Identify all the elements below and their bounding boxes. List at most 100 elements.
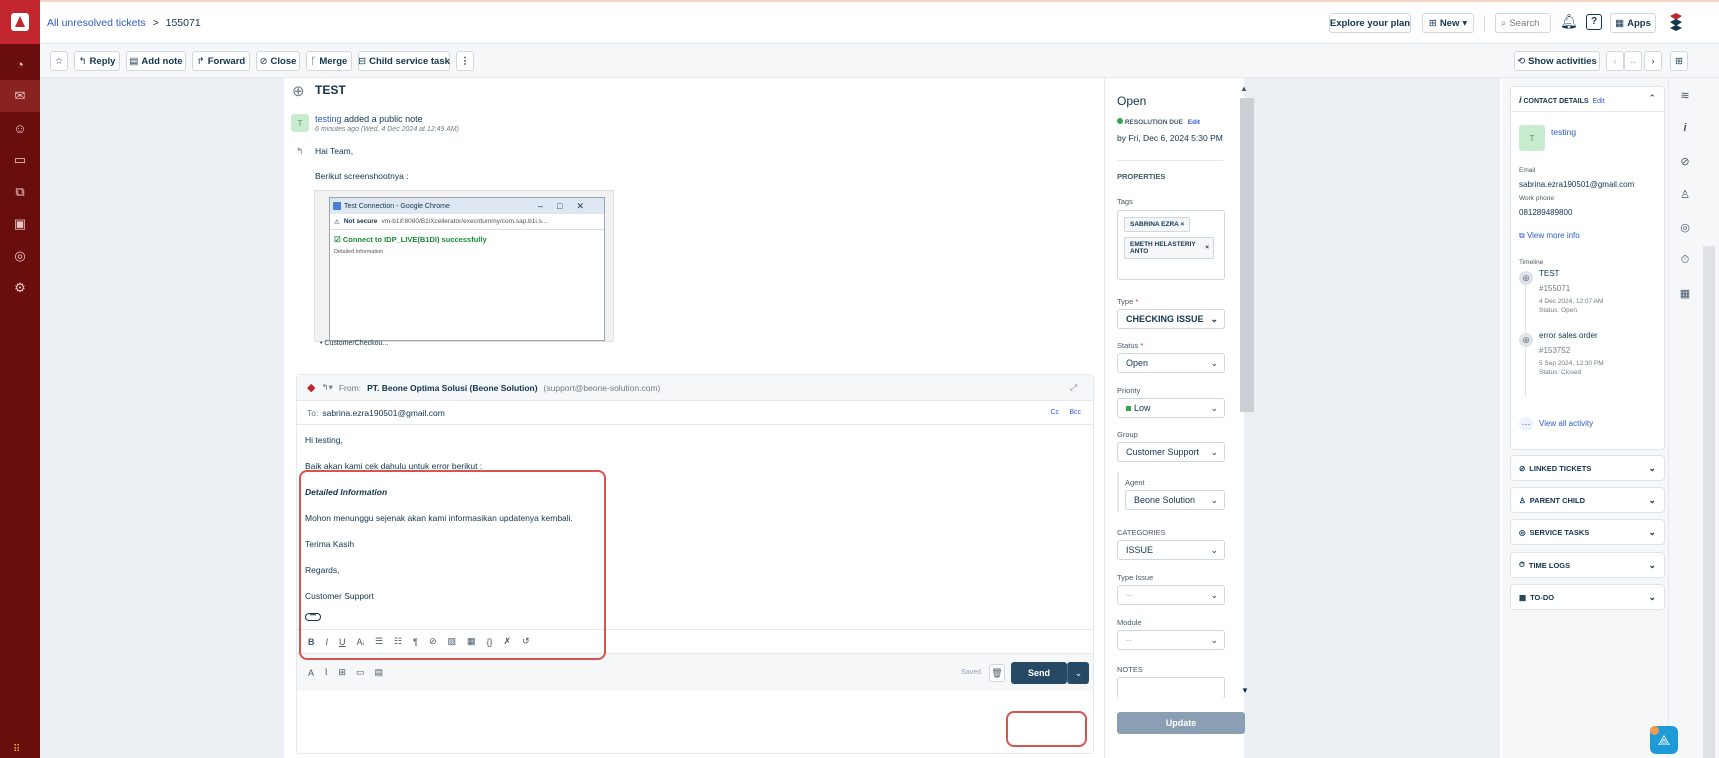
tag-chip[interactable]: EMETH HELASTERIY ANTO × [1124, 237, 1214, 259]
due-edit-link[interactable]: Edit [1188, 119, 1200, 126]
module-select[interactable]: -- ⌄ [1117, 630, 1225, 650]
contacts-icon[interactable]: ☺ [0, 112, 40, 144]
tag-chip[interactable]: SABRINA EZRA × [1124, 217, 1191, 232]
bcc-link[interactable]: Bcc [1069, 409, 1081, 416]
timeline-item[interactable]: TEST #155071 4 Dec 2024, 12:07 AM Status… [1539, 269, 1603, 314]
properties-scrollbar[interactable]: ▲ ▼ [1238, 84, 1254, 704]
add-note-button[interactable]: ▤ Add note [126, 51, 186, 71]
type-select[interactable]: CHECKING ISSUE ⌄ [1117, 309, 1225, 329]
remove-tag-icon[interactable]: × [1205, 244, 1209, 251]
template-icon[interactable]: ▤ [374, 667, 383, 678]
reply-type-icon[interactable]: ↰▾ [321, 382, 332, 393]
chat-widget-icon[interactable]: ⟁ [1650, 726, 1678, 754]
status-title: Open [1117, 94, 1147, 108]
globe-icon: ⊕ [292, 83, 305, 100]
remove-tag-icon[interactable]: × [1180, 221, 1184, 228]
send-button[interactable]: Send [1011, 661, 1067, 684]
tickets-icon[interactable]: ✉ [0, 80, 40, 112]
chevron-down-icon: ⌄ [1210, 590, 1218, 600]
child-task-button[interactable]: ⊟ Child service task [358, 51, 450, 71]
status-select[interactable]: Open ⌄ [1117, 353, 1225, 373]
show-activities-button[interactable]: ⟲ Show activities [1514, 51, 1600, 71]
apps-button[interactable]: ▦ Apps [1610, 13, 1656, 33]
scroll-down-icon[interactable]: ▼ [1241, 686, 1249, 695]
type-label: Type * [1117, 297, 1139, 306]
assets-icon[interactable]: ⧉ [0, 176, 40, 208]
compass-icon[interactable]: ◎ [1676, 218, 1694, 236]
explore-icon[interactable]: ◎ [0, 240, 40, 272]
reply-button[interactable]: ↰ Reply [74, 51, 120, 71]
solution-icon[interactable]: ▭ [356, 667, 365, 678]
attachment-icon[interactable]: ⌇ [324, 667, 328, 678]
expand-icon[interactable]: ⤢ [1070, 382, 1077, 393]
notification-bell-icon[interactable]: 🔔︎ [1560, 13, 1578, 30]
accordion-linked-tickets[interactable]: ⊘ LINKED TICKETS ⌄ [1510, 455, 1665, 481]
timer-icon[interactable]: ⏱︎ [1676, 251, 1694, 269]
view-all-activity-link[interactable]: View all activity [1539, 419, 1593, 428]
app-logo[interactable] [0, 0, 40, 44]
contact-name[interactable]: testing [1551, 127, 1576, 137]
scroll-thumb[interactable] [1240, 98, 1254, 412]
divider [1511, 111, 1664, 112]
contact-edit-link[interactable]: Edit [1593, 98, 1605, 105]
ticket-title: TEST [315, 83, 346, 97]
priority-select[interactable]: Low ⌄ [1117, 398, 1225, 418]
search-icon: ⌕ [1501, 17, 1507, 29]
timeline-more-icon: ⋯ [1519, 417, 1533, 431]
type-issue-select[interactable]: -- ⌄ [1117, 585, 1225, 605]
dashboard-icon[interactable]: ◔ [0, 48, 40, 80]
collapse-icon[interactable]: ⌃ [1648, 93, 1656, 104]
new-button[interactable]: ⊞ New ▾ [1422, 13, 1474, 33]
author-link[interactable]: testing [315, 114, 342, 124]
breadcrumb-parent[interactable]: All unresolved tickets [47, 17, 146, 29]
bullet-item: • CustomerCheckou... [320, 340, 389, 347]
accordion-time-logs[interactable]: ⏱︎ TIME LOGS ⌄ [1510, 552, 1665, 578]
brand-logo-icon[interactable] [1667, 12, 1685, 35]
prev-ticket-button[interactable]: ‹ [1606, 51, 1624, 71]
group-select[interactable]: Customer Support ⌄ [1117, 442, 1225, 462]
send-options-button[interactable]: ⌄ [1067, 661, 1089, 684]
forward-button[interactable]: ↱ Forward [192, 51, 250, 71]
info-icon[interactable]: i [1676, 119, 1694, 137]
merge-button[interactable]: ᚴ Merge [306, 51, 352, 71]
explore-plan-button[interactable]: Explore your plan [1329, 13, 1411, 33]
delete-draft-icon[interactable]: 🗑︎ [989, 663, 1005, 682]
reports-icon[interactable]: ▣ [0, 208, 40, 240]
timeline-item[interactable]: error sales order #153752 5 Sep 2024, 12… [1539, 331, 1604, 376]
canned-response-icon[interactable]: ⊞ [338, 667, 346, 678]
info-icon: i [1519, 95, 1522, 105]
page-scrollbar[interactable] [1703, 246, 1715, 758]
accordion-parent-child[interactable]: ♙ PARENT CHILD ⌄ [1510, 487, 1665, 513]
from-name[interactable]: PT. Beone Optima Solusi (Beone Solution) [367, 383, 537, 393]
apps-grid-icon[interactable]: ⠿ [13, 744, 20, 755]
accordion-to-do[interactable]: ▦ TO-DO ⌄ [1510, 584, 1665, 610]
close-button[interactable]: ⊘ Close [256, 51, 300, 71]
font-icon[interactable]: A [308, 668, 314, 678]
more-options-button[interactable]: ⋮ [456, 51, 474, 71]
calendar-icon[interactable]: ▦ [1676, 284, 1694, 302]
to-email[interactable]: sabrina.ezra190501@gmail.com [322, 408, 445, 418]
categories-select[interactable]: ISSUE ⌄ [1117, 540, 1225, 560]
view-more-link[interactable]: ⧉ View more info [1519, 231, 1580, 241]
summary-icon[interactable]: ≋ [1676, 86, 1694, 104]
cc-link[interactable]: Cc [1050, 409, 1059, 416]
layout-toggle-button[interactable]: ⊞ [1670, 51, 1688, 71]
next-ticket-button[interactable]: › [1644, 51, 1662, 71]
accordion-service-tasks[interactable]: ◎ SERVICE TASKS ⌄ [1510, 519, 1665, 545]
link-icon[interactable]: ⊘ [1676, 152, 1694, 170]
popup-success: ☑ Connect to IDP_LIVE(B1DI) successfully [334, 235, 487, 244]
ticket-list-button[interactable]: ↔ [1624, 51, 1642, 71]
priority-label: Priority [1117, 386, 1141, 395]
body-line-1: Hi testing, [305, 435, 343, 445]
hierarchy-icon[interactable]: ♙ [1676, 185, 1694, 203]
knowledge-base-icon[interactable]: ▭ [0, 144, 40, 176]
update-button[interactable]: Update [1117, 712, 1245, 734]
admin-gear-icon[interactable]: ⚙ [0, 272, 40, 304]
agent-select[interactable]: Beone Solution ⌄ [1125, 490, 1225, 510]
star-button[interactable]: ☆ [50, 51, 68, 71]
tags-field[interactable]: SABRINA EZRA × EMETH HELASTERIY ANTO × [1117, 210, 1225, 280]
scroll-up-icon[interactable]: ▲ [1240, 84, 1248, 93]
notes-field[interactable] [1117, 677, 1225, 699]
help-icon[interactable]: ? [1586, 14, 1602, 30]
search-button[interactable]: ⌕ Search [1495, 13, 1551, 33]
